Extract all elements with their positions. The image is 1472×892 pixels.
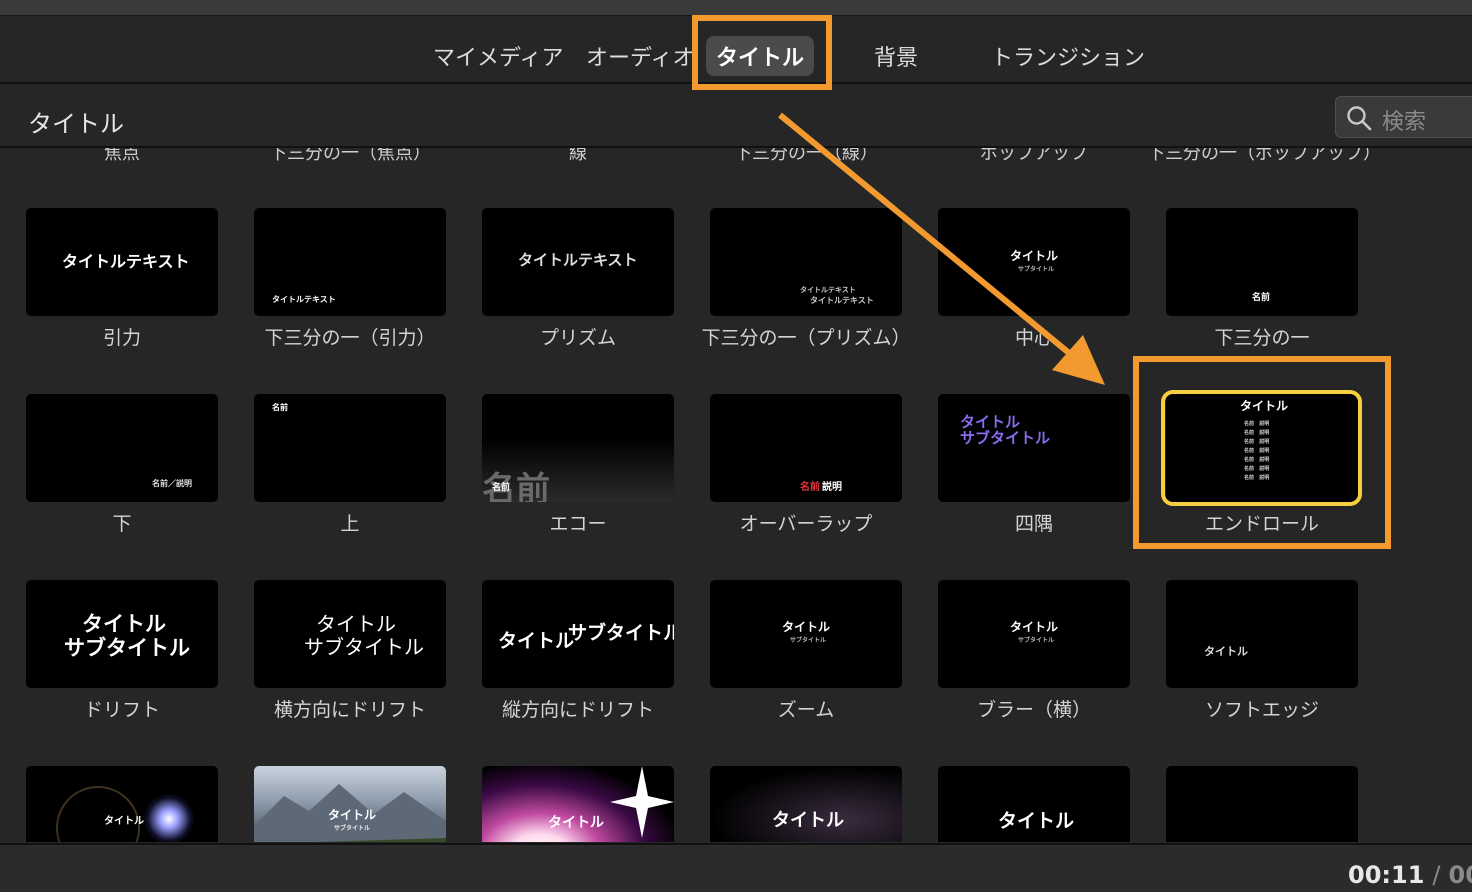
search-icon bbox=[1346, 105, 1372, 131]
search-field[interactable]: 検索 bbox=[1335, 96, 1472, 138]
title-thumbnail[interactable]: 名前 bbox=[1166, 208, 1358, 316]
title-thumbnail[interactable]: タイトル bbox=[938, 766, 1130, 842]
tab-audio[interactable]: オーディオ bbox=[586, 40, 694, 72]
list-item-label: 焦点 bbox=[7, 148, 237, 166]
title-thumbnail[interactable]: タイトル サブタイトル bbox=[938, 208, 1130, 316]
title-thumbnail[interactable]: 名前 bbox=[254, 394, 446, 502]
list-item-label: ポップアップ bbox=[919, 148, 1149, 166]
title-label: 下三分の一（プリズム） bbox=[691, 326, 921, 351]
total-time: 00 bbox=[1449, 861, 1472, 889]
title-label: 縦方向にドリフト bbox=[463, 698, 693, 723]
title-label: ズーム bbox=[691, 698, 921, 723]
tab-backgrounds[interactable]: 背景 bbox=[874, 40, 918, 72]
title-thumbnail[interactable]: タイトル bbox=[26, 766, 218, 842]
title-thumbnail[interactable]: タイトル サブタイトル bbox=[254, 766, 446, 842]
list-item-label: 線 bbox=[463, 148, 693, 166]
highlight-box-end-credits bbox=[1133, 356, 1391, 549]
time-separator: / bbox=[1432, 861, 1440, 889]
title-thumbnail[interactable]: タイトル サブタイトル bbox=[938, 394, 1130, 502]
title-label: 引力 bbox=[7, 326, 237, 351]
highlight-box-titles-tab bbox=[692, 15, 832, 90]
title-label: オーバーラップ bbox=[691, 512, 921, 537]
title-thumbnail[interactable]: 名前／説明 bbox=[26, 394, 218, 502]
title-label: 四隅 bbox=[919, 512, 1149, 537]
current-time: 00:11 bbox=[1348, 861, 1424, 889]
title-label: ドリフト bbox=[7, 698, 237, 723]
search-placeholder: 検索 bbox=[1382, 104, 1426, 136]
title-label: 上 bbox=[235, 512, 465, 537]
title-label: ブラー（横） bbox=[919, 698, 1149, 723]
window-top-strip bbox=[0, 0, 1472, 16]
title-label: 下 bbox=[7, 512, 237, 537]
section-title: タイトル bbox=[28, 104, 124, 139]
title-thumbnail[interactable]: タイトルテキスト bbox=[254, 208, 446, 316]
title-thumbnail[interactable]: タイトル bbox=[710, 766, 902, 842]
list-item-label: 下三分の一（ポップアップ） bbox=[1147, 148, 1377, 166]
title-thumbnail[interactable]: 名前 説明 bbox=[710, 394, 902, 502]
section-header: タイトル 検索 bbox=[0, 84, 1472, 148]
timecode: 00:11 / 00 bbox=[1348, 861, 1472, 889]
title-thumbnail[interactable] bbox=[1166, 766, 1358, 842]
title-thumbnail[interactable]: タイトル サブタイトル bbox=[938, 580, 1130, 688]
title-thumbnail[interactable]: タイトル bbox=[482, 766, 674, 842]
tab-transitions[interactable]: トランジション bbox=[991, 40, 1145, 72]
title-thumbnail[interactable]: タイトルテキスト bbox=[26, 208, 218, 316]
title-thumbnail[interactable]: タイトル サブタイトル bbox=[254, 580, 446, 688]
title-thumbnail[interactable]: タイトルテキスト bbox=[482, 208, 674, 316]
title-thumbnail[interactable]: タイトル bbox=[1166, 580, 1358, 688]
title-label: 横方向にドリフト bbox=[235, 698, 465, 723]
title-label: エコー bbox=[463, 512, 693, 537]
title-thumbnail[interactable]: タイトル サブタイトル bbox=[710, 580, 902, 688]
title-label: 下三分の一（引力） bbox=[235, 326, 465, 351]
timeline-bar: 00:11 / 00 bbox=[0, 843, 1472, 892]
title-thumbnail[interactable]: タイトル サブタイトル bbox=[482, 580, 674, 688]
title-thumbnail[interactable]: タイトルテキスト タイトルテキスト bbox=[710, 208, 902, 316]
title-label: 下三分の一 bbox=[1147, 326, 1377, 351]
title-label: プリズム bbox=[463, 326, 693, 351]
tab-my-media[interactable]: マイメディア bbox=[433, 40, 563, 72]
list-item-label: 下三分の一（焦点） bbox=[235, 148, 465, 166]
title-label: ソフトエッジ bbox=[1147, 698, 1377, 723]
title-thumbnail[interactable]: タイトル サブタイトル bbox=[26, 580, 218, 688]
title-thumbnail[interactable]: 名前 名前 bbox=[482, 394, 674, 502]
title-label: 中心 bbox=[919, 326, 1149, 351]
list-item-label: 下三分の一（線） bbox=[691, 148, 921, 166]
